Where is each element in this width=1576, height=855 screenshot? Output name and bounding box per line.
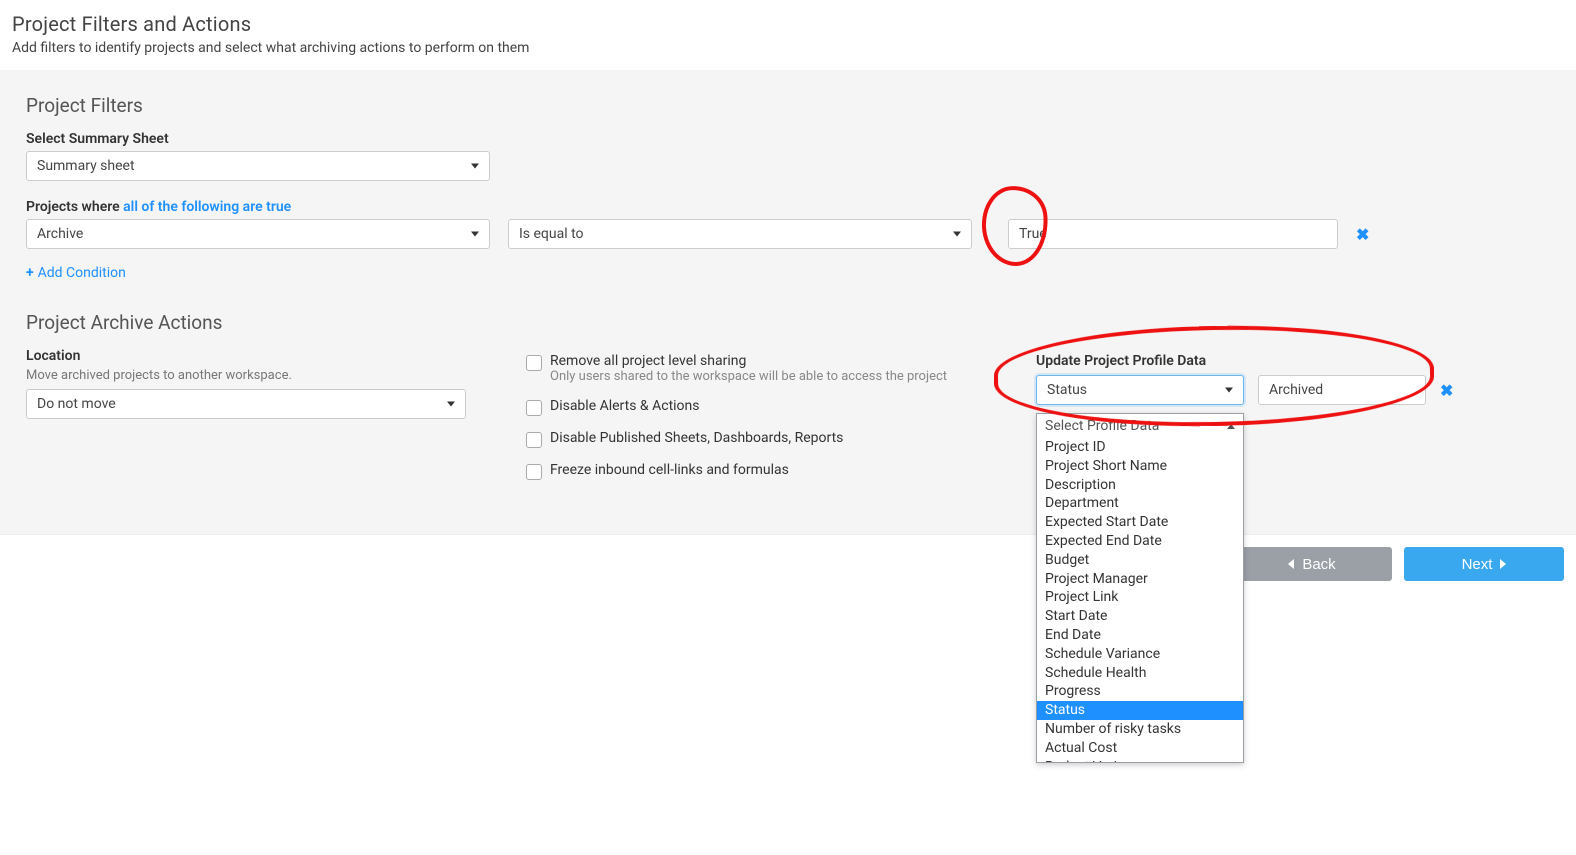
dropdown-option[interactable]: Budget Variance (1037, 758, 1243, 763)
filter-value-input[interactable]: True (1008, 219, 1338, 249)
triangle-up-icon (1227, 424, 1235, 429)
where-condition-link[interactable]: all of the following are true (123, 199, 291, 215)
dropdown-option[interactable]: Project ID (1037, 438, 1243, 457)
dropdown-option[interactable]: Department (1037, 494, 1243, 513)
dropdown-option[interactable]: Expected Start Date (1037, 513, 1243, 532)
dropdown-option[interactable]: Budget (1037, 551, 1243, 570)
profile-data-select[interactable]: Status (1036, 375, 1244, 405)
filter-value-text: True (1019, 226, 1047, 242)
summary-sheet-value: Summary sheet (37, 158, 135, 174)
location-help: Move archived projects to another worksp… (26, 368, 486, 383)
projects-where-label: Projects where all of the following are … (26, 199, 1550, 215)
back-button[interactable]: Back (1232, 547, 1392, 581)
remove-filter-icon[interactable]: ✖ (1356, 225, 1369, 244)
profile-value-text: Archived (1269, 382, 1323, 398)
dropdown-option[interactable]: Schedule Health (1037, 664, 1243, 683)
remove-sharing-label: Remove all project level sharing (550, 353, 947, 369)
disable-alerts-label: Disable Alerts & Actions (550, 398, 700, 414)
profile-data-value: Status (1047, 382, 1087, 398)
remove-sharing-checkbox[interactable] (526, 355, 542, 371)
dropdown-option[interactable]: Schedule Variance (1037, 645, 1243, 664)
dropdown-option[interactable]: End Date (1037, 626, 1243, 645)
dropdown-option[interactable]: Number of risky tasks (1037, 720, 1243, 739)
page-title: Project Filters and Actions (12, 12, 1564, 36)
plus-icon: + (26, 265, 34, 281)
next-button[interactable]: Next (1404, 547, 1564, 581)
filter-field-select[interactable]: Archive (26, 219, 490, 249)
project-filters-title: Project Filters (26, 94, 1550, 117)
dropdown-option[interactable]: Project Link (1037, 588, 1243, 607)
chevron-down-icon (953, 232, 961, 237)
summary-sheet-select[interactable]: Summary sheet (26, 151, 490, 181)
back-label: Back (1302, 556, 1335, 573)
next-label: Next (1462, 556, 1493, 573)
chevron-right-icon (1500, 559, 1506, 569)
filter-field-value: Archive (37, 226, 83, 242)
location-value: Do not move (37, 396, 116, 412)
filter-operator-select[interactable]: Is equal to (508, 219, 972, 249)
page-subtitle: Add filters to identify projects and sel… (12, 40, 1564, 56)
dropdown-option[interactable]: Status (1037, 701, 1243, 720)
filter-operator-value: Is equal to (519, 226, 584, 242)
dropdown-option[interactable]: Expected End Date (1037, 532, 1243, 551)
add-condition-link[interactable]: + Add Condition (26, 265, 126, 281)
chevron-left-icon (1288, 559, 1294, 569)
add-condition-label: Add Condition (38, 265, 126, 281)
dropdown-option[interactable]: Project Short Name (1037, 457, 1243, 476)
dropdown-option[interactable]: Project Manager (1037, 570, 1243, 589)
disable-alerts-checkbox[interactable] (526, 400, 542, 416)
chevron-down-icon (471, 164, 479, 169)
dropdown-header: Select Profile Data (1037, 414, 1243, 438)
dropdown-option[interactable]: Start Date (1037, 607, 1243, 626)
chevron-down-icon (1225, 388, 1233, 393)
freeze-links-label: Freeze inbound cell-links and formulas (550, 462, 789, 478)
update-profile-label: Update Project Profile Data (1036, 353, 1476, 369)
profile-value-input[interactable]: Archived (1258, 375, 1426, 405)
dropdown-option[interactable]: Progress (1037, 682, 1243, 701)
location-select[interactable]: Do not move (26, 389, 466, 419)
remove-profile-row-icon[interactable]: ✖ (1440, 381, 1453, 400)
disable-published-label: Disable Published Sheets, Dashboards, Re… (550, 430, 843, 446)
location-label: Location (26, 348, 486, 364)
freeze-links-checkbox[interactable] (526, 464, 542, 480)
summary-sheet-label: Select Summary Sheet (26, 131, 1550, 147)
remove-sharing-sublabel: Only users shared to the workspace will … (550, 369, 947, 384)
project-archive-actions-title: Project Archive Actions (26, 311, 486, 334)
chevron-down-icon (471, 232, 479, 237)
disable-published-checkbox[interactable] (526, 432, 542, 448)
chevron-down-icon (447, 402, 455, 407)
dropdown-option[interactable]: Description (1037, 476, 1243, 495)
dropdown-option[interactable]: Actual Cost (1037, 739, 1243, 758)
profile-data-dropdown[interactable]: Select Profile Data Project IDProject Sh… (1036, 413, 1244, 763)
